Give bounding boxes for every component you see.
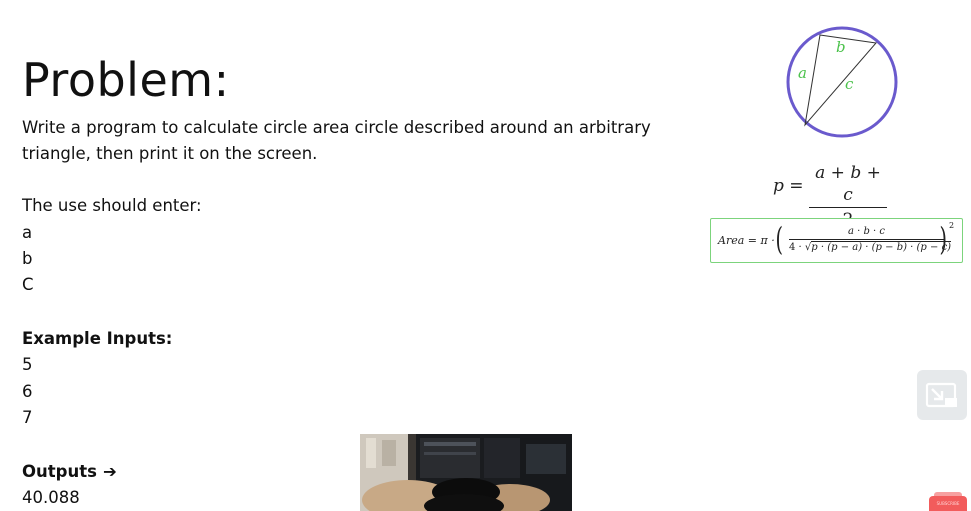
area-formula-label: Area = π · <box>718 234 775 247</box>
example-input-3: 7 <box>22 408 33 427</box>
side-b-label: b <box>836 38 846 56</box>
formula-p-numerator: a + b + c <box>815 163 881 205</box>
area-formula-exponent: 2 <box>949 221 955 230</box>
webcam-video-thumbnail <box>360 434 572 511</box>
left-paren: ( <box>775 220 783 258</box>
circumcircle-diagram: a b c <box>786 26 898 138</box>
area-formula-fraction: a · b · c 4 · √p · (p − a) · (p − b) · (… <box>789 225 952 255</box>
subscribe-button[interactable]: SUBSCRIBE <box>929 492 967 511</box>
fraction-bar <box>809 207 887 208</box>
input-item-c: C <box>22 275 34 294</box>
outputs-label: Outputs <box>22 462 97 481</box>
right-paren: ) <box>939 220 947 258</box>
slide-page: Problem: Write a program to calculate ci… <box>0 0 971 511</box>
example-input-2: 6 <box>22 382 33 401</box>
arrow-right-icon: ➔ <box>102 462 117 481</box>
area-formula-numerator: a · b · c <box>847 226 886 237</box>
output-value: 40.088 <box>22 488 80 507</box>
outputs-heading: Outputs ➔ <box>22 461 117 483</box>
example-inputs-label: Example Inputs: <box>22 329 173 348</box>
formula-p-lhs: p = <box>773 176 804 196</box>
example-input-1: 5 <box>22 355 33 374</box>
area-denominator-prefix: 4 · <box>789 242 805 253</box>
subscribe-label: SUBSCRIBE <box>929 496 967 511</box>
pip-icon <box>925 382 957 408</box>
problem-description: Write a program to calculate circle area… <box>22 118 651 163</box>
page-title: Problem: <box>22 53 230 107</box>
side-a-label: a <box>798 64 807 82</box>
area-formula-box: Area = π · ( a · b · c 4 · √p · (p − a) … <box>710 218 963 263</box>
area-denominator-radicand: p · (p − a) · (p − b) · (p − c) <box>811 241 952 253</box>
area-formula-denominator: 4 · √p · (p − a) · (p − b) · (p − c) <box>789 241 952 255</box>
input-item-b: b <box>22 249 33 268</box>
side-c-label: c <box>845 75 854 93</box>
input-item-a: a <box>22 223 33 242</box>
enter-label: The use should enter: <box>22 196 202 215</box>
picture-in-picture-button[interactable] <box>917 370 967 420</box>
fraction-bar <box>789 239 944 240</box>
